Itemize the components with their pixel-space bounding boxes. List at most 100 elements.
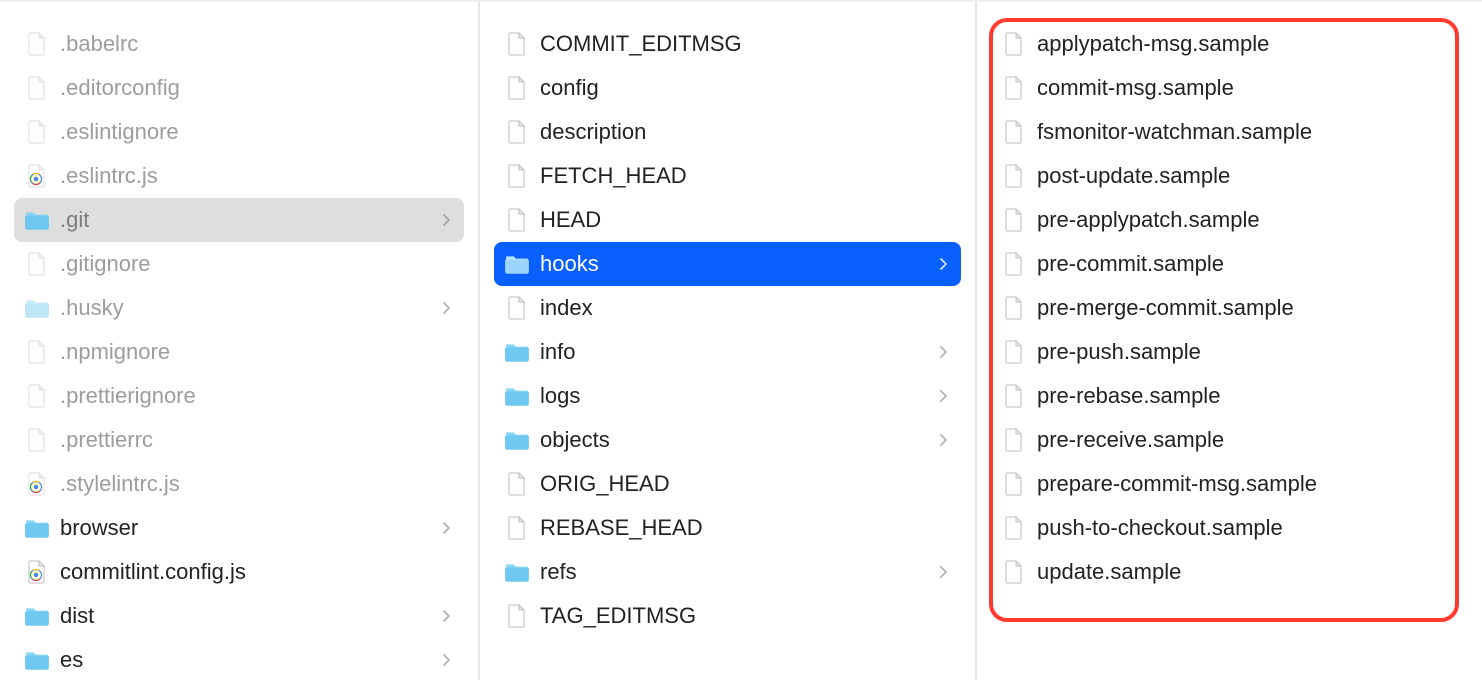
file-row[interactable]: applypatch-msg.sample <box>991 22 1468 66</box>
file-row[interactable]: FETCH_HEAD <box>494 154 961 198</box>
file-row[interactable]: COMMIT_EDITMSG <box>494 22 961 66</box>
file-row[interactable]: .editorconfig <box>14 66 464 110</box>
finder-list-1: COMMIT_EDITMSG config description FETCH_… <box>480 2 975 652</box>
file-icon <box>504 515 530 541</box>
folder-icon <box>504 427 530 453</box>
file-name-label: FETCH_HEAD <box>540 163 951 189</box>
chevron-right-icon <box>440 214 454 226</box>
chevron-right-icon <box>937 390 951 402</box>
file-name-label: refs <box>540 559 927 585</box>
file-icon <box>1001 471 1027 497</box>
file-row[interactable]: fsmonitor-watchman.sample <box>991 110 1468 154</box>
file-row[interactable]: pre-receive.sample <box>991 418 1468 462</box>
file-name-label: dist <box>60 603 430 629</box>
folder-row[interactable]: hooks <box>494 242 961 286</box>
file-row[interactable]: .eslintrc.js <box>14 154 464 198</box>
file-name-label: commit-msg.sample <box>1037 75 1458 101</box>
file-row[interactable]: .prettierignore <box>14 374 464 418</box>
file-icon <box>1001 31 1027 57</box>
file-icon <box>1001 163 1027 189</box>
file-row[interactable]: HEAD <box>494 198 961 242</box>
chevron-right-icon <box>440 522 454 534</box>
folder-icon <box>24 647 50 673</box>
file-row[interactable]: pre-rebase.sample <box>991 374 1468 418</box>
file-row[interactable]: pre-push.sample <box>991 330 1468 374</box>
file-name-label: update.sample <box>1037 559 1458 585</box>
file-name-label: pre-rebase.sample <box>1037 383 1458 409</box>
file-row[interactable]: .gitignore <box>14 242 464 286</box>
file-name-label: push-to-checkout.sample <box>1037 515 1458 541</box>
folder-row[interactable]: browser <box>14 506 464 550</box>
file-icon <box>1001 559 1027 585</box>
folder-row[interactable]: objects <box>494 418 961 462</box>
folder-icon <box>24 207 50 233</box>
file-name-label: pre-applypatch.sample <box>1037 207 1458 233</box>
file-icon <box>1001 515 1027 541</box>
folder-row[interactable]: dist <box>14 594 464 638</box>
file-row[interactable]: ORIG_HEAD <box>494 462 961 506</box>
file-icon <box>1001 119 1027 145</box>
file-name-label: .babelrc <box>60 31 454 57</box>
file-name-label: REBASE_HEAD <box>540 515 951 541</box>
file-row[interactable]: config <box>494 66 961 110</box>
file-icon <box>504 75 530 101</box>
file-icon <box>24 31 50 57</box>
folder-icon <box>24 515 50 541</box>
finder-column-2: applypatch-msg.sample commit-msg.sample … <box>977 2 1482 680</box>
folder-icon <box>504 251 530 277</box>
file-row[interactable]: .npmignore <box>14 330 464 374</box>
file-row[interactable]: pre-commit.sample <box>991 242 1468 286</box>
file-row[interactable]: .prettierrc <box>14 418 464 462</box>
finder-column-0: .babelrc .editorconfig .eslintignore .es… <box>0 2 480 680</box>
folder-row[interactable]: logs <box>494 374 961 418</box>
finder-list-2: applypatch-msg.sample commit-msg.sample … <box>977 2 1482 608</box>
folder-icon <box>504 339 530 365</box>
chevron-right-icon <box>937 434 951 446</box>
file-icon <box>24 75 50 101</box>
folder-icon <box>24 603 50 629</box>
js-file-icon <box>24 559 50 585</box>
file-icon <box>504 31 530 57</box>
folder-row[interactable]: refs <box>494 550 961 594</box>
folder-row[interactable]: info <box>494 330 961 374</box>
file-name-label: .eslintignore <box>60 119 454 145</box>
chevron-right-icon <box>440 654 454 666</box>
file-row[interactable]: REBASE_HEAD <box>494 506 961 550</box>
file-icon <box>504 119 530 145</box>
file-name-label: .editorconfig <box>60 75 454 101</box>
file-row[interactable]: .babelrc <box>14 22 464 66</box>
file-name-label: es <box>60 647 430 673</box>
file-row[interactable]: post-update.sample <box>991 154 1468 198</box>
chevron-right-icon <box>440 302 454 314</box>
folder-row[interactable]: es <box>14 638 464 680</box>
folder-row[interactable]: .husky <box>14 286 464 330</box>
file-name-label: applypatch-msg.sample <box>1037 31 1458 57</box>
file-row[interactable]: TAG_EDITMSG <box>494 594 961 638</box>
file-row[interactable]: push-to-checkout.sample <box>991 506 1468 550</box>
file-row[interactable]: prepare-commit-msg.sample <box>991 462 1468 506</box>
chevron-right-icon <box>937 346 951 358</box>
file-icon <box>504 603 530 629</box>
file-row[interactable]: update.sample <box>991 550 1468 594</box>
chevron-right-icon <box>937 566 951 578</box>
file-row[interactable]: index <box>494 286 961 330</box>
file-row[interactable]: commit-msg.sample <box>991 66 1468 110</box>
file-icon <box>504 163 530 189</box>
file-row[interactable]: pre-applypatch.sample <box>991 198 1468 242</box>
file-icon <box>504 471 530 497</box>
file-name-label: description <box>540 119 951 145</box>
file-name-label: pre-commit.sample <box>1037 251 1458 277</box>
file-row[interactable]: commitlint.config.js <box>14 550 464 594</box>
file-row[interactable]: .stylelintrc.js <box>14 462 464 506</box>
folder-icon <box>24 295 50 321</box>
file-icon <box>504 207 530 233</box>
file-row[interactable]: .eslintignore <box>14 110 464 154</box>
file-name-label: pre-receive.sample <box>1037 427 1458 453</box>
file-row[interactable]: description <box>494 110 961 154</box>
folder-row[interactable]: .git <box>14 198 464 242</box>
file-icon <box>1001 427 1027 453</box>
file-icon <box>24 383 50 409</box>
finder-list-0: .babelrc .editorconfig .eslintignore .es… <box>0 2 478 680</box>
file-row[interactable]: pre-merge-commit.sample <box>991 286 1468 330</box>
file-name-label: logs <box>540 383 927 409</box>
